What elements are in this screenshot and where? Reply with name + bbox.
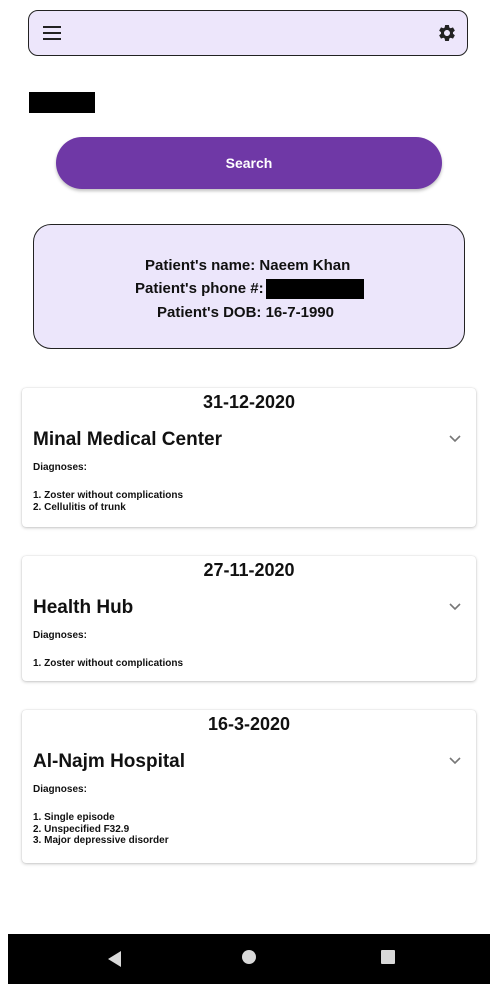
- visit-hospital-name: Al-Najm Hospital: [33, 751, 186, 772]
- back-triangle-icon[interactable]: [108, 951, 121, 967]
- patient-dob: Patient's DOB: 16-7-1990: [157, 304, 334, 321]
- diagnoses-list: 1. Zoster without complications: [33, 658, 183, 670]
- patient-info-card: Patient's name: Naeem Khan Patient's pho…: [33, 224, 465, 349]
- visit-card[interactable]: 31-12-2020 Minal Medical Center Diagnose…: [22, 388, 476, 527]
- visit-hospital-name: Health Hub: [33, 597, 134, 618]
- diagnosis-item: 2. Cellulitis of trunk: [33, 501, 126, 513]
- visit-date: 27-11-2020: [203, 560, 295, 580]
- chevron-down-icon[interactable]: [448, 602, 462, 612]
- visit-hospital-name: Minal Medical Center: [33, 429, 222, 450]
- top-app-bar: [28, 10, 468, 56]
- recents-square-icon[interactable]: [381, 950, 395, 964]
- redacted-input-value[interactable]: [29, 92, 95, 113]
- search-button[interactable]: Search: [56, 137, 442, 189]
- system-navigation-bar: [8, 934, 490, 984]
- diagnoses-label: Diagnoses:: [33, 784, 87, 795]
- home-circle-icon[interactable]: [242, 950, 256, 964]
- diagnosis-item: 1. Zoster without complications: [33, 490, 184, 501]
- diagnosis-item: 2. Unspecified F32.9: [33, 823, 130, 835]
- diagnoses-list: 1. Zoster without complications 2. Cellu…: [33, 490, 183, 513]
- diagnoses-label: Diagnoses:: [33, 462, 87, 473]
- diagnosis-item: 3. Major depressive disorder: [33, 835, 169, 846]
- patient-phone-label: Patient's phone #:: [135, 280, 264, 297]
- diagnoses-list: 1. Single episode 2. Unspecified F32.9 3…: [33, 812, 169, 847]
- menu-icon[interactable]: [43, 26, 61, 40]
- gear-icon[interactable]: [437, 23, 457, 43]
- redacted-phone-number: [266, 279, 364, 299]
- chevron-down-icon[interactable]: [448, 434, 462, 444]
- diagnoses-label: Diagnoses:: [33, 630, 87, 641]
- visit-card[interactable]: 27-11-2020 Health Hub Diagnoses: 1. Zost…: [22, 556, 476, 681]
- visit-date: 16-3-2020: [207, 714, 291, 734]
- visit-date: 31-12-2020: [202, 392, 296, 412]
- patient-name: Patient's name: Naeem Khan: [145, 257, 351, 274]
- diagnosis-item: 1. Zoster without complications: [33, 658, 184, 669]
- diagnosis-item: 1. Single episode: [33, 812, 115, 823]
- visit-card[interactable]: 16-3-2020 Al-Najm Hospital Diagnoses: 1.…: [22, 710, 476, 863]
- chevron-down-icon[interactable]: [448, 756, 462, 766]
